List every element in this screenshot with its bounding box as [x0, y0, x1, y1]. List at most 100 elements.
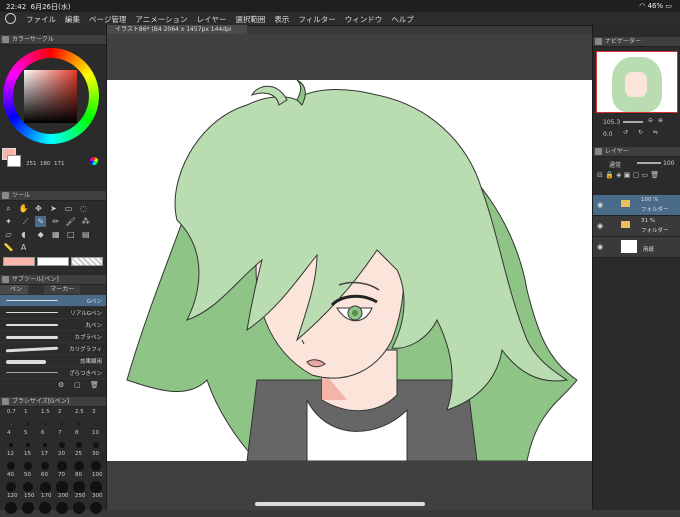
- gradient-tool-icon[interactable]: ▦: [50, 229, 61, 240]
- menu-window[interactable]: ウィンドウ: [345, 14, 383, 25]
- blend-mode-select[interactable]: 通常: [609, 160, 621, 169]
- brush-size-option[interactable]: [40, 461, 50, 471]
- brush-size-header[interactable]: ブラシサイズ[Gペン]: [0, 397, 106, 407]
- layer-row[interactable]: ◉ 100 % フォルダー: [593, 195, 680, 216]
- color-wheel-icon[interactable]: [90, 157, 98, 165]
- rotate-right-icon[interactable]: ↻: [638, 129, 643, 136]
- brush-size-option[interactable]: [23, 461, 33, 471]
- opacity-slider[interactable]: [637, 162, 661, 164]
- reference-icon[interactable]: ◈: [616, 171, 621, 179]
- brush-size-option[interactable]: [59, 442, 65, 448]
- clip-icon[interactable]: ⊟: [597, 171, 603, 179]
- text-tool-icon[interactable]: A: [18, 242, 29, 253]
- brush-size-option[interactable]: [42, 442, 48, 448]
- list-item[interactable]: ざらつきペン: [0, 367, 106, 379]
- tool-header[interactable]: ツール: [0, 191, 106, 201]
- new-layer-icon[interactable]: ▢: [633, 171, 640, 179]
- brush-size-option[interactable]: [56, 502, 68, 514]
- brush-size-option[interactable]: [5, 481, 17, 493]
- brush-size-option[interactable]: [39, 502, 51, 514]
- lock-icon[interactable]: 🔒: [605, 171, 614, 179]
- rotate-left-icon[interactable]: ↺: [623, 129, 628, 136]
- selection-tool-icon[interactable]: ▭: [63, 203, 74, 214]
- frame-tool-icon[interactable]: ▤: [80, 229, 91, 240]
- brush-size-option[interactable]: [74, 461, 84, 471]
- brush-size-option[interactable]: [94, 422, 98, 426]
- list-item[interactable]: リアルGペン: [0, 307, 106, 319]
- eraser-icon[interactable]: ▱: [3, 229, 14, 240]
- opacity-value[interactable]: 100: [663, 160, 674, 167]
- zoom-out-icon[interactable]: ⊖: [648, 117, 653, 124]
- list-item[interactable]: 効果線用: [0, 355, 106, 367]
- sub-color-swatch[interactable]: [7, 155, 21, 167]
- layer-header[interactable]: レイヤー: [593, 147, 680, 157]
- new-subtool-icon[interactable]: ▢: [74, 381, 81, 389]
- visibility-icon[interactable]: ◉: [597, 243, 603, 251]
- ruler-tool-icon[interactable]: 📏: [3, 242, 14, 253]
- document-tab[interactable]: イラスト86* (B4 2064 x 1457px 144dpi 105.3%): [107, 25, 247, 42]
- navigator-header[interactable]: ナビゲーター: [593, 37, 680, 47]
- tab-marker[interactable]: マーカー: [44, 285, 81, 294]
- sub-color-bar[interactable]: [37, 257, 69, 266]
- mask-icon[interactable]: ▣: [624, 171, 631, 179]
- brush-tool-icon[interactable]: 🖌: [65, 216, 76, 227]
- menu-view[interactable]: 表示: [274, 14, 289, 25]
- zoom-value[interactable]: 105.3: [603, 119, 620, 126]
- zoom-tool-icon[interactable]: ⌕: [3, 203, 14, 214]
- zoom-slider[interactable]: [623, 121, 643, 123]
- brush-size-option[interactable]: [73, 502, 85, 514]
- hand-tool-icon[interactable]: ✋: [18, 203, 29, 214]
- brush-size-option[interactable]: [61, 423, 63, 425]
- brush-size-option[interactable]: [57, 461, 67, 471]
- brush-size-option[interactable]: [9, 443, 13, 447]
- brush-size-option[interactable]: [92, 441, 100, 449]
- brush-size-option[interactable]: [77, 422, 81, 426]
- menu-animation[interactable]: アニメーション: [135, 14, 187, 25]
- brush-size-option[interactable]: [27, 423, 29, 425]
- brush-size-option[interactable]: [90, 502, 102, 514]
- layer-row[interactable]: ◉ 31 % フォルダー: [593, 216, 680, 237]
- brush-size-option[interactable]: [39, 481, 51, 493]
- menu-edit[interactable]: 編集: [65, 14, 80, 25]
- brush-size-option[interactable]: [22, 481, 34, 493]
- brush-size-option[interactable]: [73, 481, 85, 493]
- color-circle[interactable]: 251 180 171: [0, 45, 106, 173]
- list-item[interactable]: カブラペン: [0, 331, 106, 343]
- visibility-icon[interactable]: ◉: [597, 222, 603, 230]
- saturation-square[interactable]: [24, 70, 77, 123]
- pen-tool-icon[interactable]: ✎: [35, 216, 47, 227]
- visibility-icon[interactable]: ◉: [597, 201, 603, 209]
- brush-size-option[interactable]: [5, 502, 17, 514]
- flip-icon[interactable]: ⇋: [653, 129, 658, 136]
- layer-row[interactable]: ◉ 用紙: [593, 237, 680, 258]
- fill-tool-icon[interactable]: ◆: [35, 229, 46, 240]
- settings-icon[interactable]: ⚙: [58, 381, 64, 389]
- new-folder-icon[interactable]: ▭: [641, 171, 648, 179]
- delete-icon[interactable]: 🗑: [90, 381, 99, 389]
- app-logo-icon[interactable]: [5, 13, 16, 24]
- blend-tool-icon[interactable]: ◖: [18, 229, 29, 240]
- brush-size-option[interactable]: [22, 502, 34, 514]
- delete-layer-icon[interactable]: 🗑: [650, 171, 659, 179]
- figure-tool-icon[interactable]: □: [65, 229, 76, 240]
- menu-page[interactable]: ページ管理: [89, 14, 126, 25]
- menu-file[interactable]: ファイル: [26, 14, 56, 25]
- lasso-tool-icon[interactable]: ◌: [78, 203, 89, 214]
- brush-size-option[interactable]: [26, 443, 30, 447]
- menu-help[interactable]: ヘルプ: [391, 14, 414, 25]
- brush-size-option[interactable]: [10, 423, 12, 425]
- illustration-canvas[interactable]: [107, 80, 592, 461]
- menu-selection[interactable]: 選択範囲: [235, 14, 265, 25]
- eyedropper-icon[interactable]: ⟋: [20, 216, 31, 227]
- menu-layer[interactable]: レイヤー: [197, 14, 227, 25]
- color-circle-header[interactable]: カラーサークル: [0, 35, 106, 45]
- list-item[interactable]: カリグラフィ: [0, 343, 106, 355]
- operation-tool-icon[interactable]: ➤: [48, 203, 59, 214]
- list-item[interactable]: 丸ペン: [0, 319, 106, 331]
- move-tool-icon[interactable]: ✥: [33, 203, 44, 214]
- pencil-tool-icon[interactable]: ✏: [50, 216, 61, 227]
- menu-filter[interactable]: フィルター: [298, 14, 335, 25]
- brush-size-option[interactable]: [90, 481, 102, 493]
- brush-size-option[interactable]: [56, 481, 68, 493]
- rotation-value[interactable]: 0.0: [603, 131, 613, 138]
